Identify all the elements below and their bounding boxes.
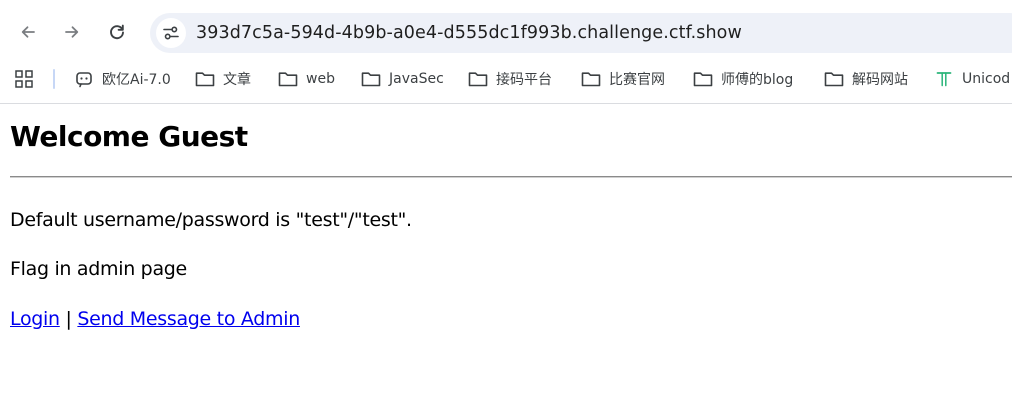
navigation-bar: 393d7c5a-594d-4b9b-a0e4-d555dc1f993b.cha… — [0, 10, 1012, 56]
links-line: Login | Send Message to Admin — [10, 308, 300, 330]
bookmarks-separator — [53, 69, 55, 89]
folder-icon — [824, 70, 844, 88]
link-separator: | — [65, 308, 72, 330]
bookmark-label: 比赛官网 — [609, 72, 665, 88]
default-credentials-text: Default username/password is "test"/"tes… — [10, 209, 412, 231]
unicode-t-icon — [934, 70, 954, 88]
arrow-right-icon — [65, 26, 79, 38]
folder-icon — [195, 70, 215, 88]
site-info-button[interactable] — [156, 18, 186, 48]
bookmark-label: 接码平台 — [496, 72, 552, 88]
flag-hint-text: Flag in admin page — [10, 258, 187, 280]
apps-button[interactable] — [14, 69, 34, 89]
bookmarks-bar: 欧亿Ai-7.0 文章 web JavaSec 接码平台 比赛官网 师傅的blo… — [0, 60, 1012, 98]
horizontal-rule — [10, 176, 1012, 178]
apps-grid-icon — [15, 70, 33, 88]
bookmark-label: JavaSec — [389, 71, 444, 87]
bookmark-unicode[interactable]: Unicod — [934, 66, 1010, 92]
arrow-left-icon — [21, 26, 35, 38]
folder-icon — [278, 70, 298, 88]
bookmark-label: 文章 — [223, 72, 251, 88]
reload-button[interactable] — [103, 18, 131, 46]
bookmark-folder-javasec[interactable]: JavaSec — [361, 66, 444, 92]
browser-chrome: 393d7c5a-594d-4b9b-a0e4-d555dc1f993b.cha… — [0, 0, 1012, 104]
forward-button[interactable] — [58, 18, 86, 46]
chat-bot-icon — [74, 70, 94, 88]
bookmark-folder-decoders[interactable]: 解码网站 — [824, 66, 908, 92]
bookmark-folder-web[interactable]: web — [278, 66, 335, 92]
login-link[interactable]: Login — [10, 308, 60, 330]
back-button[interactable] — [14, 18, 42, 46]
tune-icon — [163, 26, 179, 40]
bookmark-label: 师傅的blog — [721, 72, 794, 88]
bookmark-label: web — [306, 71, 335, 87]
bookmark-label: 解码网站 — [852, 72, 908, 88]
page-content: Welcome Guest Default username/password … — [10, 104, 1012, 414]
folder-icon — [693, 70, 713, 88]
folder-icon — [361, 70, 381, 88]
bookmark-folder-blogs[interactable]: 师傅的blog — [693, 66, 793, 92]
folder-icon — [581, 70, 601, 88]
bookmark-folder-sms-platform[interactable]: 接码平台 — [468, 66, 552, 92]
bookmark-label: 欧亿Ai-7.0 — [102, 72, 171, 88]
folder-icon — [468, 70, 488, 88]
url-text[interactable]: 393d7c5a-594d-4b9b-a0e4-d555dc1f993b.cha… — [196, 23, 742, 43]
send-message-link[interactable]: Send Message to Admin — [77, 308, 300, 330]
bookmark-folder-articles[interactable]: 文章 — [195, 66, 251, 92]
reload-icon — [110, 24, 124, 40]
bookmark-folder-competitions[interactable]: 比赛官网 — [581, 66, 665, 92]
address-bar[interactable]: 393d7c5a-594d-4b9b-a0e4-d555dc1f993b.cha… — [150, 13, 1012, 53]
bookmark-ai[interactable]: 欧亿Ai-7.0 — [74, 66, 171, 92]
page-title: Welcome Guest — [10, 120, 248, 153]
bookmark-label: Unicod — [962, 71, 1011, 87]
